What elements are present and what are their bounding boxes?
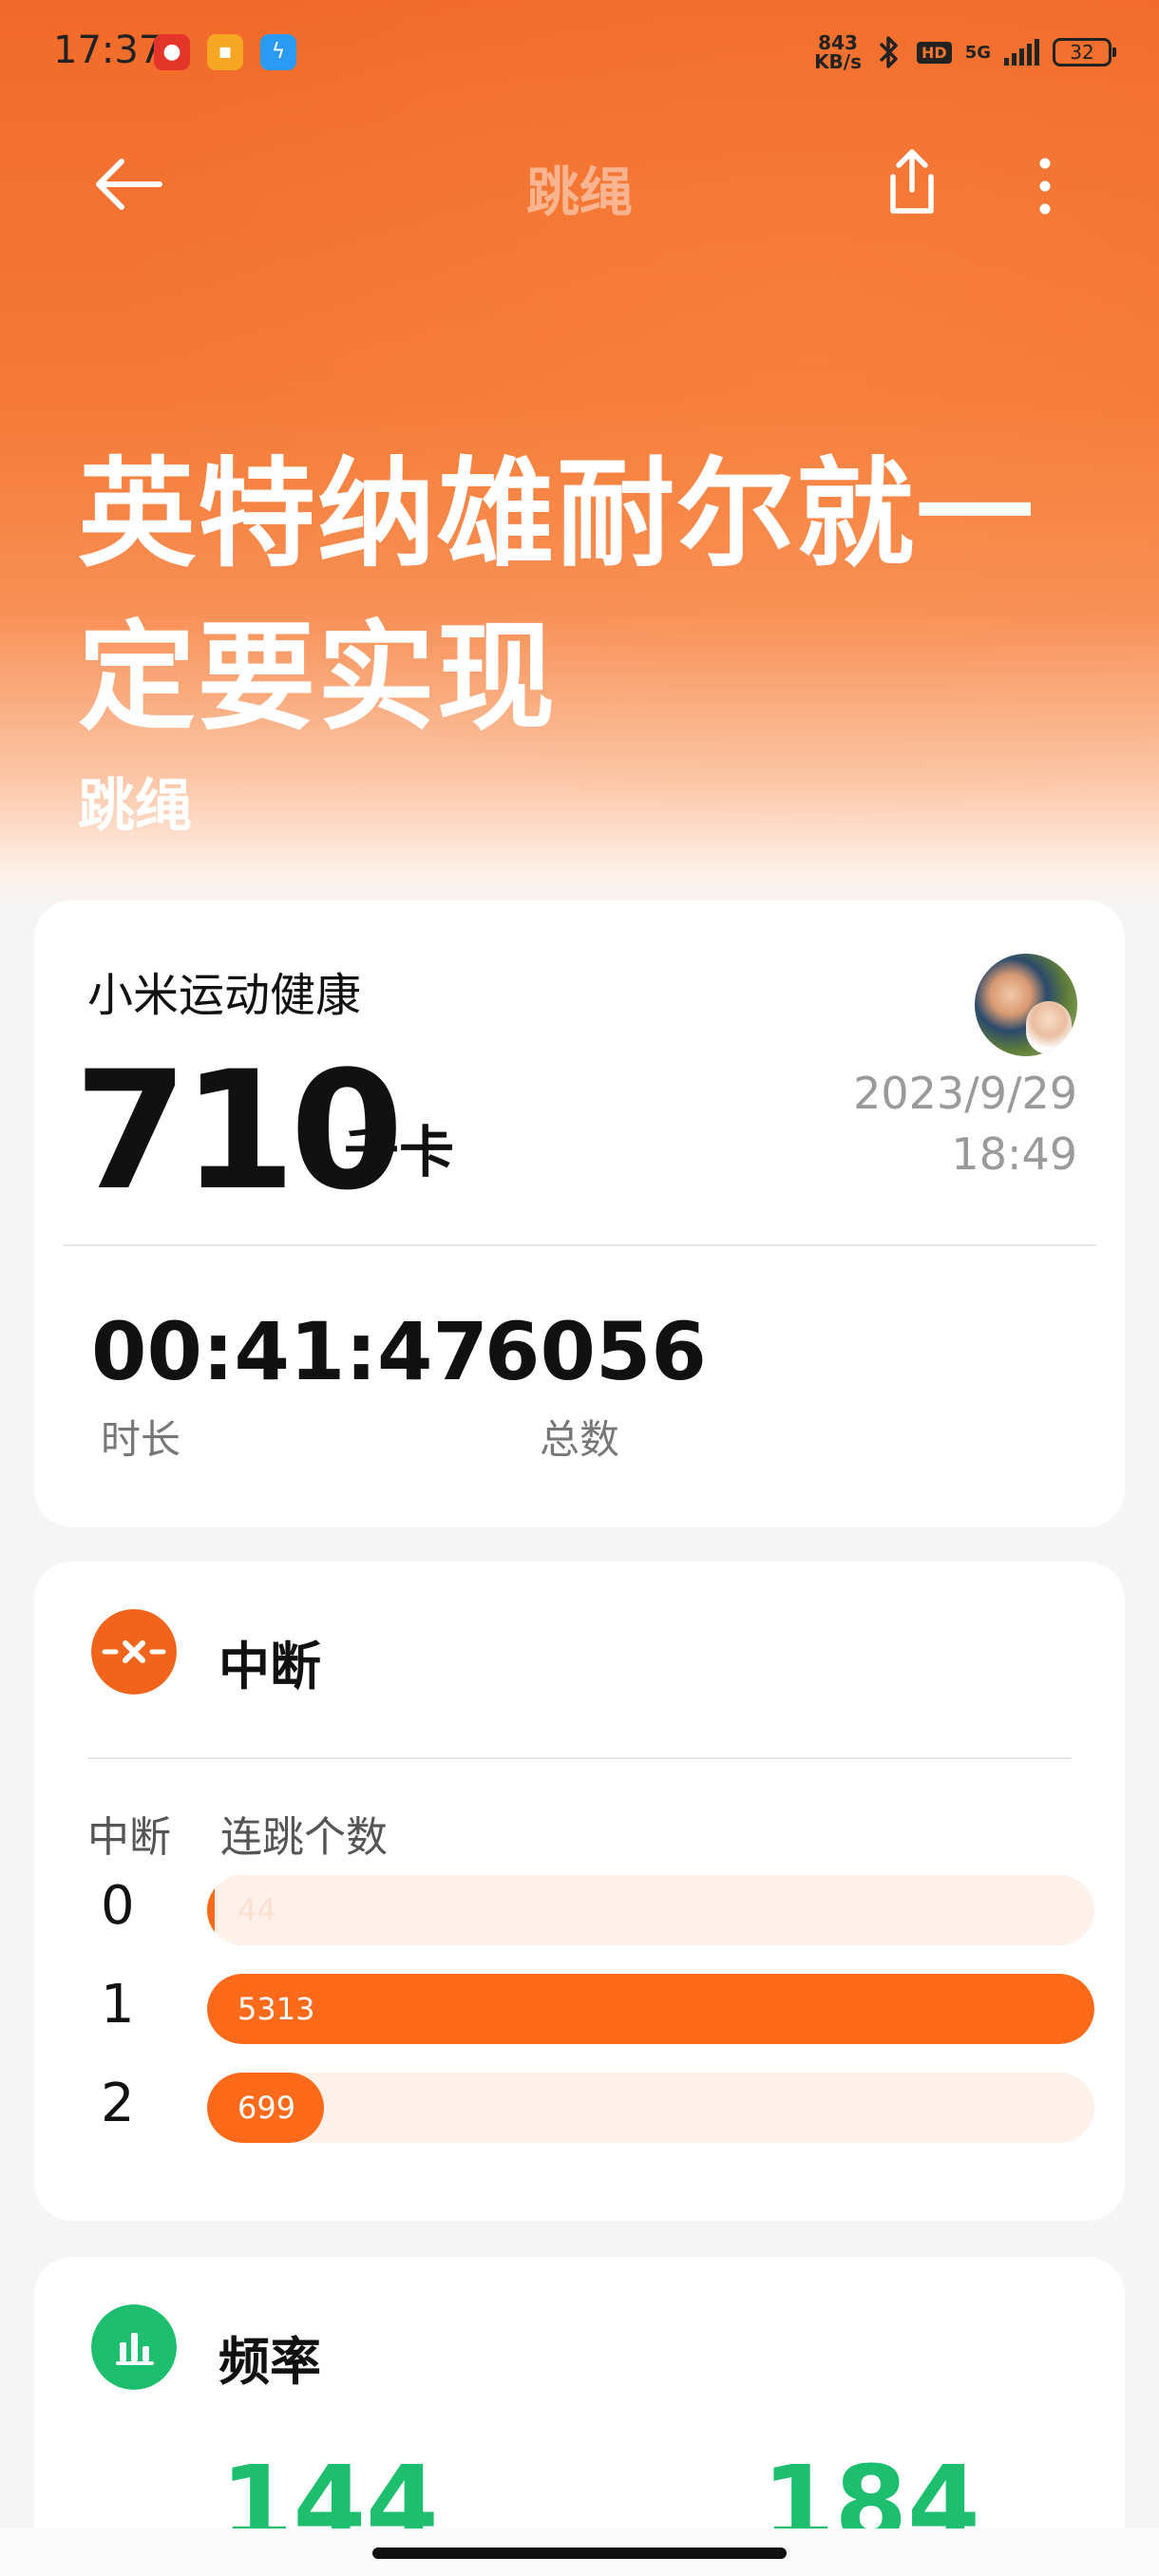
divider — [63, 1244, 1096, 1246]
interruption-index: 2 — [101, 2073, 135, 2134]
calories-unit: 千卡 — [344, 1120, 455, 1184]
battery-icon: 32 — [1053, 38, 1116, 66]
more-options-icon[interactable] — [1026, 148, 1064, 224]
workout-detail-page: 17:37 ● ▪ ϟ 843 KB/s HD 5G 32 跳绳 英特纳雄耐尔就… — [0, 0, 1159, 2576]
divider — [87, 1757, 1072, 1759]
duration-label: 时长 — [101, 1416, 181, 1463]
source-app-name: 小米运动健康 — [87, 969, 362, 1022]
interruption-index: 1 — [101, 1974, 135, 2036]
interruption-card: 中断 中断 连跳个数 0 44 1 5313 2 699 — [34, 1562, 1125, 2221]
workout-time: 18:49 — [951, 1128, 1077, 1180]
navigation-bar: 跳绳 — [0, 133, 1159, 237]
nav-title: 跳绳 — [526, 162, 633, 224]
streak-count: 5313 — [238, 1991, 315, 2027]
streak-bar-track: 44 — [207, 1875, 1094, 1945]
interruption-index: 0 — [101, 1875, 135, 1937]
workout-type: 跳绳 — [78, 773, 192, 840]
streak-bar-track: 5313 — [207, 1974, 1094, 2044]
home-indicator[interactable] — [372, 2548, 787, 2559]
sports-notification-icon: ϟ — [260, 34, 296, 70]
frequency-title: 频率 — [218, 2332, 321, 2392]
bluetooth-icon — [879, 36, 898, 68]
streak-bar-track: 699 — [207, 2073, 1094, 2143]
share-icon[interactable] — [882, 144, 942, 220]
interruption-title: 中断 — [218, 1637, 321, 1696]
message-notification-icon: ▪ — [207, 34, 243, 70]
interruption-icon — [91, 1609, 177, 1695]
status-time: 17:37 — [53, 28, 163, 72]
network-speed-value: 843 — [818, 31, 858, 54]
summary-card: 小米运动健康 710 千卡 2023/9/29 18:49 00:41:47 时… — [34, 900, 1125, 1527]
column-header-streak: 连跳个数 — [220, 1813, 388, 1862]
app-notification-icon: ● — [154, 34, 190, 70]
count-label: 总数 — [540, 1416, 620, 1463]
streak-bar-fill — [207, 1974, 1094, 2044]
workout-date: 2023/9/29 — [853, 1068, 1077, 1119]
duration-value: 00:41:47 — [91, 1305, 488, 1398]
battery-level: 32 — [1070, 41, 1094, 64]
network-type: 5G — [964, 42, 991, 63]
hd-voice-icon: HD — [917, 41, 952, 64]
count-value: 6056 — [484, 1305, 707, 1398]
column-header-break: 中断 — [87, 1813, 171, 1862]
network-speed-unit: KB/s — [814, 50, 863, 73]
status-bar: 17:37 ● ▪ ϟ 843 KB/s HD 5G 32 — [0, 0, 1159, 104]
network-speed: 843 KB/s — [814, 33, 862, 71]
signal-strength-icon — [1004, 39, 1039, 66]
status-indicators: 843 KB/s HD 5G 32 — [814, 28, 1116, 76]
streak-count: 699 — [238, 2090, 296, 2126]
streak-count: 44 — [238, 1892, 276, 1928]
avatar[interactable] — [975, 954, 1077, 1056]
workout-title: 英特纳雄耐尔就一定要实现 — [78, 446, 1036, 747]
streak-bar-fill — [207, 1875, 215, 1945]
frequency-chart-icon — [91, 2304, 177, 2390]
